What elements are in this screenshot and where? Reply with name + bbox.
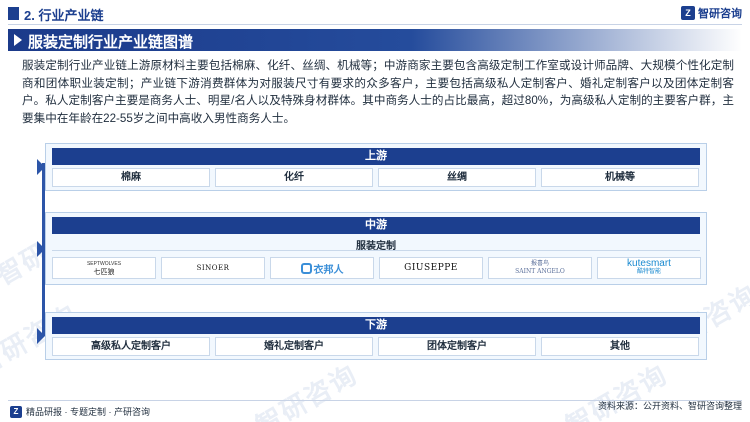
downstream-item: 其他: [541, 337, 699, 356]
midstream-panel: 中游 服装定制 SEPTWOLVES 七匹狼 SINOER 衣邦人 GIUSEP…: [45, 212, 707, 285]
brand-logo-sinoer: SINOER: [161, 257, 265, 279]
arrow-right-icon: [37, 241, 45, 257]
section-title: 2. 行业产业链: [24, 8, 104, 23]
page-title: 服装定制行业产业链图谱: [28, 34, 194, 51]
brand-logo-kutesmart: kutesmart 酷特智能: [597, 257, 701, 279]
brand-name: SAINT ANGELO: [515, 268, 565, 275]
downstream-item: 婚礼定制客户: [215, 337, 373, 356]
footer-tagline: 精品研报 · 专题定制 · 产研咨询: [26, 407, 150, 417]
header-divider: [8, 24, 742, 25]
brand-logo-saint-angelo: 报喜鸟 SAINT ANGELO: [488, 257, 592, 279]
brand-sub: 酷特智能: [636, 269, 661, 275]
brand-name: GIUSEPPE: [404, 263, 458, 273]
downstream-item: 团体定制客户: [378, 337, 536, 356]
upstream-item: 棉麻: [52, 168, 210, 187]
upstream-item: 化纤: [215, 168, 373, 187]
downstream-item: 高级私人定制客户: [52, 337, 210, 356]
upstream-item: 机械等: [541, 168, 699, 187]
brand-logo: Z 智研咨询: [681, 5, 742, 21]
upstream-panel: 上游 棉麻 化纤 丝绸 机械等: [45, 143, 707, 191]
brand-name: 衣邦人: [313, 264, 344, 276]
downstream-panel: 下游 高级私人定制客户 婚礼定制客户 团体定制客户 其他: [45, 312, 707, 360]
arrow-right-icon: [37, 159, 45, 175]
footer-brand: Z 精品研报 · 专题定制 · 产研咨询: [10, 405, 150, 418]
arrow-right-icon: [37, 328, 45, 344]
brand-sub: SEPTWOLVES: [86, 261, 122, 267]
watermark: 智研咨询: [250, 358, 363, 422]
brand-logo-giuseppe: GIUSEPPE: [379, 257, 483, 279]
source-note: 资料来源：公开资料、智研咨询整理: [597, 401, 742, 411]
upstream-header: 上游: [52, 148, 700, 165]
brand-logo-yibangren: 衣邦人: [270, 257, 374, 279]
sublabel-divider: [52, 250, 700, 251]
brand-sub: 报喜鸟: [530, 260, 549, 267]
brand-name: 七匹狼: [93, 268, 115, 276]
section-marker: [8, 7, 19, 20]
page-header: 2. 行业产业链 Z 智研咨询: [0, 0, 750, 28]
logo-icon: Z: [681, 6, 695, 20]
midstream-header: 中游: [52, 217, 700, 234]
logo-icon: Z: [10, 405, 22, 418]
brand-logo-septwolves: SEPTWOLVES 七匹狼: [52, 257, 156, 279]
logo-text: 智研咨询: [698, 8, 742, 20]
intro-paragraph: 服装定制行业产业链上游原材料主要包括棉麻、化纤、丝绸、机械等；中游商家主要包含高…: [22, 59, 734, 125]
play-arrow-icon: [14, 34, 22, 46]
upstream-item: 丝绸: [378, 168, 536, 187]
downstream-header: 下游: [52, 317, 700, 334]
house-icon: [300, 262, 312, 274]
brand-name: SINOER: [196, 264, 230, 272]
